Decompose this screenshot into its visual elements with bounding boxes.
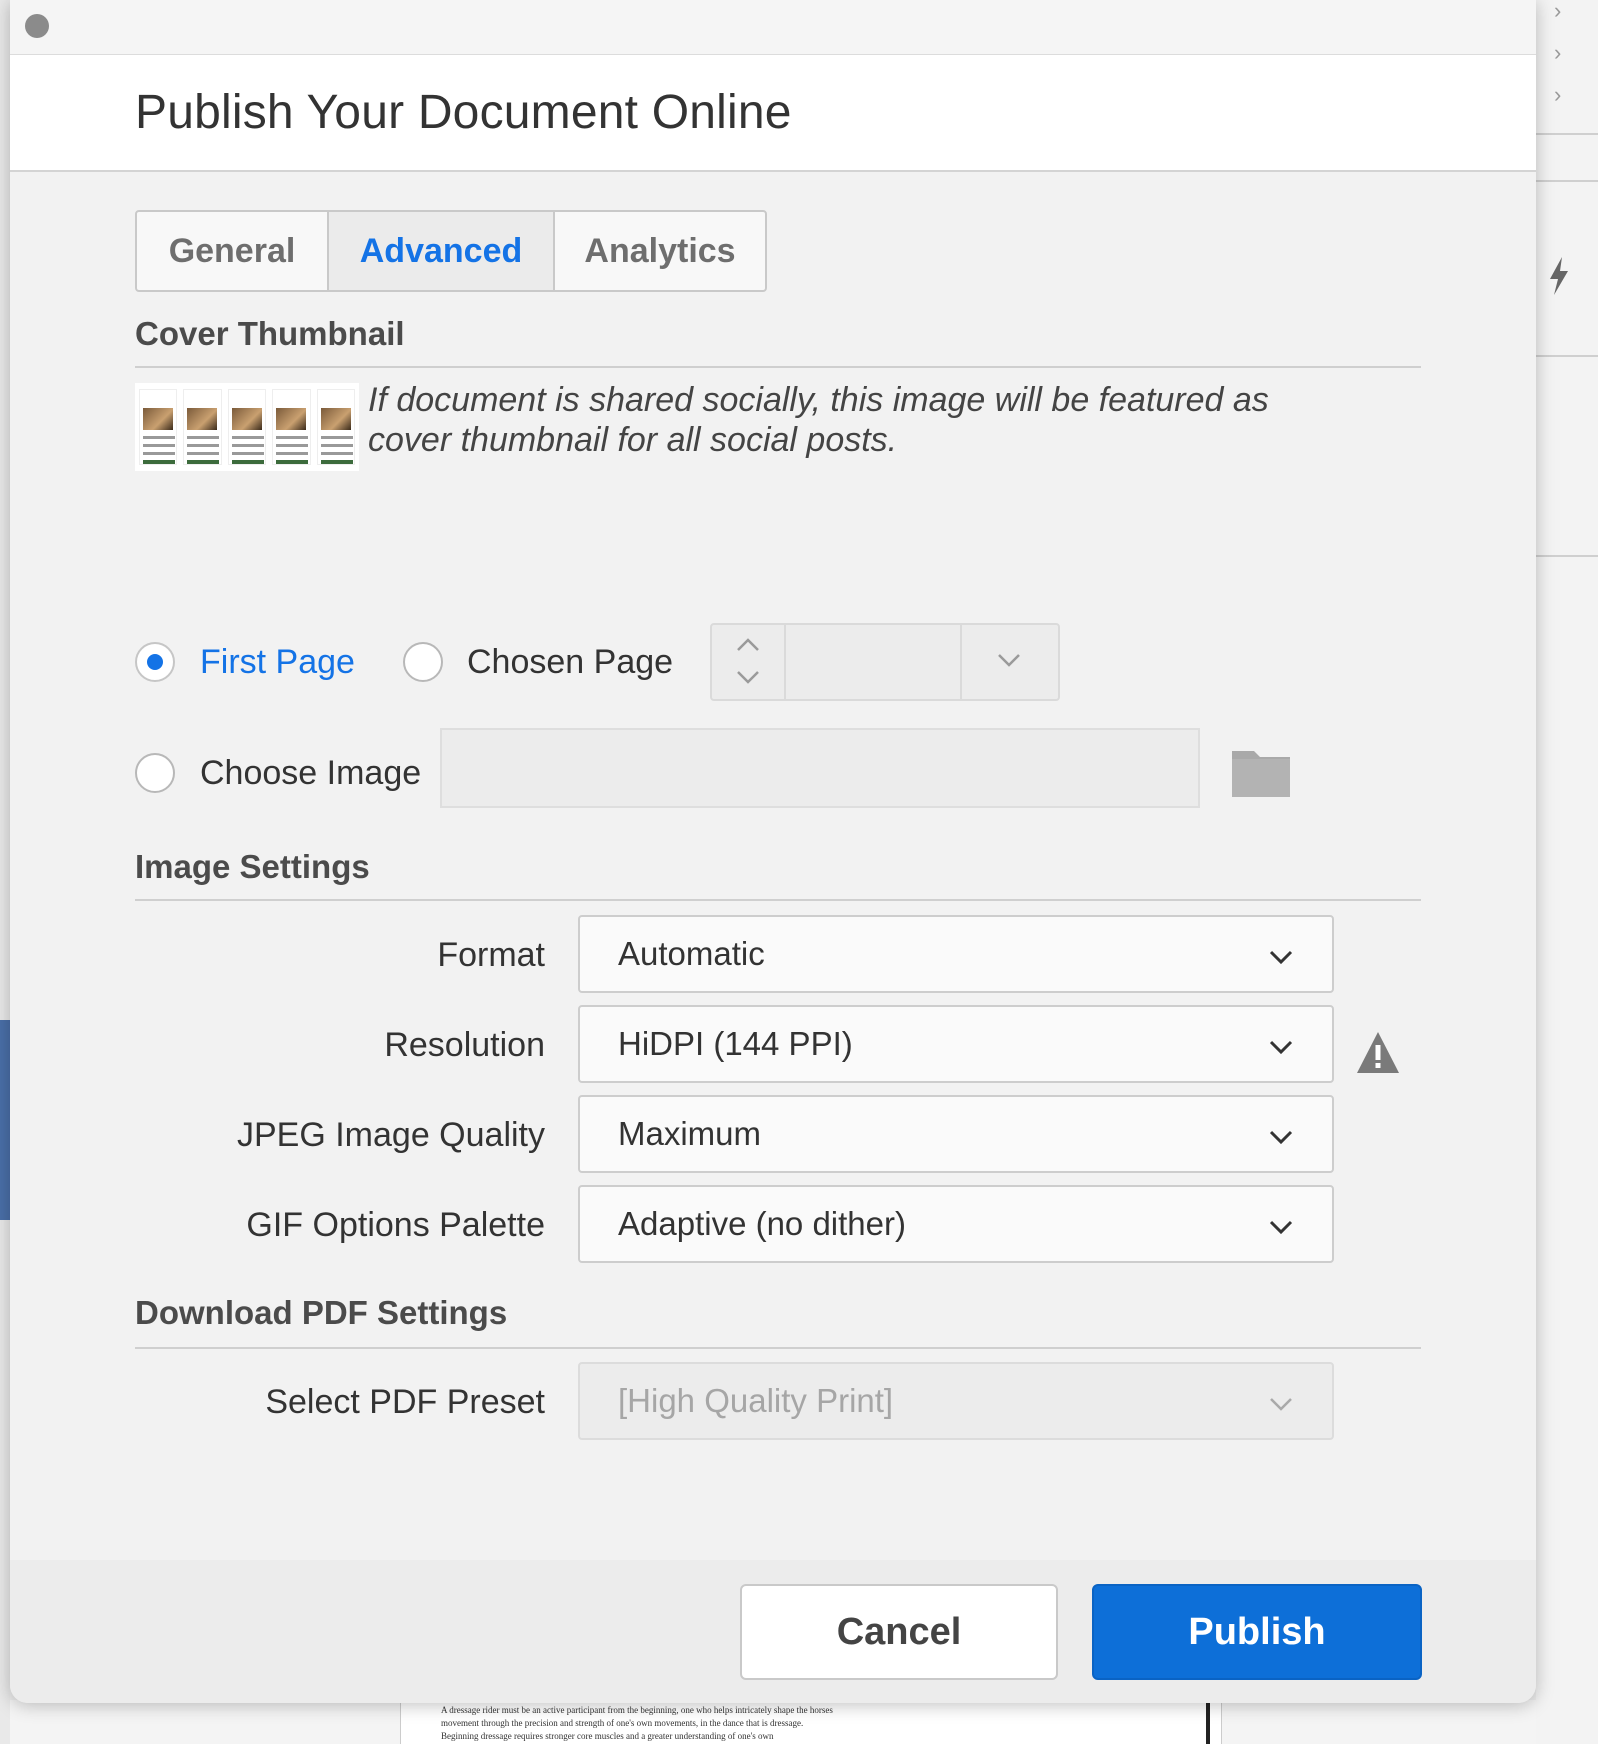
close-icon[interactable] [25,14,49,38]
thumbnail-page [272,389,311,465]
resolution-select[interactable]: HiDPI (144 PPI) [578,1005,1334,1083]
image-settings-heading: Image Settings [135,848,370,885]
background-divider [1206,1700,1210,1744]
chevron-right-icon[interactable]: › [1554,0,1568,22]
background-document-page: A dressage rider must be an active parti… [10,1700,1536,1744]
warning-icon[interactable] [1355,1030,1401,1076]
pdf-preset-select: [High Quality Print] [578,1362,1334,1440]
background-image-strip [0,1020,10,1220]
cover-thumbnail-caption: If document is shared socially, this ima… [368,381,1269,459]
divider [1536,555,1598,557]
divider [1536,133,1598,135]
chevron-right-icon[interactable]: › [1554,84,1568,106]
dialog-header: Publish Your Document Online [10,55,1536,172]
divider [1536,355,1598,357]
jpeg-quality-select[interactable]: Maximum [578,1095,1334,1173]
stepper-arrows [712,625,786,699]
document-page: A dressage rider must be an active parti… [400,1700,1222,1744]
chevron-up-icon[interactable] [734,635,762,655]
tab-advanced[interactable]: Advanced [329,212,555,290]
pdf-preset-label: Select PDF Preset [265,1383,545,1421]
background-right-panel: › › › [1536,0,1598,1744]
cover-thumbnail-preview [135,383,359,471]
bolt-icon[interactable] [1544,255,1574,297]
first-page-label[interactable]: First Page [200,643,355,682]
format-label: Format [437,936,545,974]
chevron-down-icon [1269,1040,1293,1055]
chevron-down-icon[interactable] [734,667,762,687]
folder-icon[interactable] [1230,745,1292,799]
chosen-page-radio[interactable] [403,642,443,682]
tab-general[interactable]: General [137,212,329,290]
format-value: Automatic [618,935,765,972]
background-left-edge [0,0,10,1744]
tab-bar: General Advanced Analytics [135,210,767,292]
section-divider [135,366,1421,368]
thumbnail-page [316,389,356,465]
first-page-radio[interactable] [135,642,175,682]
jpeg-quality-label: JPEG Image Quality [236,1116,545,1154]
pdf-settings-heading: Download PDF Settings [135,1294,508,1331]
publish-button[interactable]: Publish [1092,1584,1422,1680]
cover-thumbnail-heading: Cover Thumbnail [135,315,405,352]
dialog-title: Publish Your Document Online [135,86,792,139]
chevron-down-icon [1270,1398,1292,1411]
chevron-down-icon [1269,1130,1293,1145]
cancel-button[interactable]: Cancel [740,1584,1058,1680]
page-number-stepper [710,623,1060,701]
page-dropdown[interactable] [960,625,1060,699]
section-divider [135,899,1421,901]
gif-palette-label: GIF Options Palette [246,1206,545,1244]
section-divider [135,1347,1421,1349]
window-titlebar [10,0,1536,55]
thumbnail-page [139,389,178,465]
tab-analytics[interactable]: Analytics [555,212,765,290]
chevron-down-icon [1269,950,1293,965]
chevron-down-icon [1269,1220,1293,1235]
image-path-field[interactable] [440,728,1200,808]
choose-image-label[interactable]: Choose Image [200,754,421,793]
resolution-label: Resolution [384,1026,545,1064]
pdf-preset-value: [High Quality Print] [618,1382,894,1419]
chosen-page-label[interactable]: Chosen Page [467,643,673,682]
document-body-text: A dressage rider must be an active parti… [441,1705,833,1741]
resolution-value: HiDPI (144 PPI) [618,1025,853,1062]
thumbnail-page [183,389,222,465]
jpeg-quality-value: Maximum [618,1115,762,1152]
publish-dialog: Publish Your Document Online General Adv… [10,0,1536,1703]
thumbnail-page [227,389,267,465]
gif-palette-value: Adaptive (no dither) [618,1205,906,1242]
chevron-down-icon [998,654,1020,667]
format-select[interactable]: Automatic [578,915,1334,993]
choose-image-radio[interactable] [135,753,175,793]
gif-palette-select[interactable]: Adaptive (no dither) [578,1185,1334,1263]
divider [1536,180,1598,182]
chevron-right-icon[interactable]: › [1554,42,1568,64]
